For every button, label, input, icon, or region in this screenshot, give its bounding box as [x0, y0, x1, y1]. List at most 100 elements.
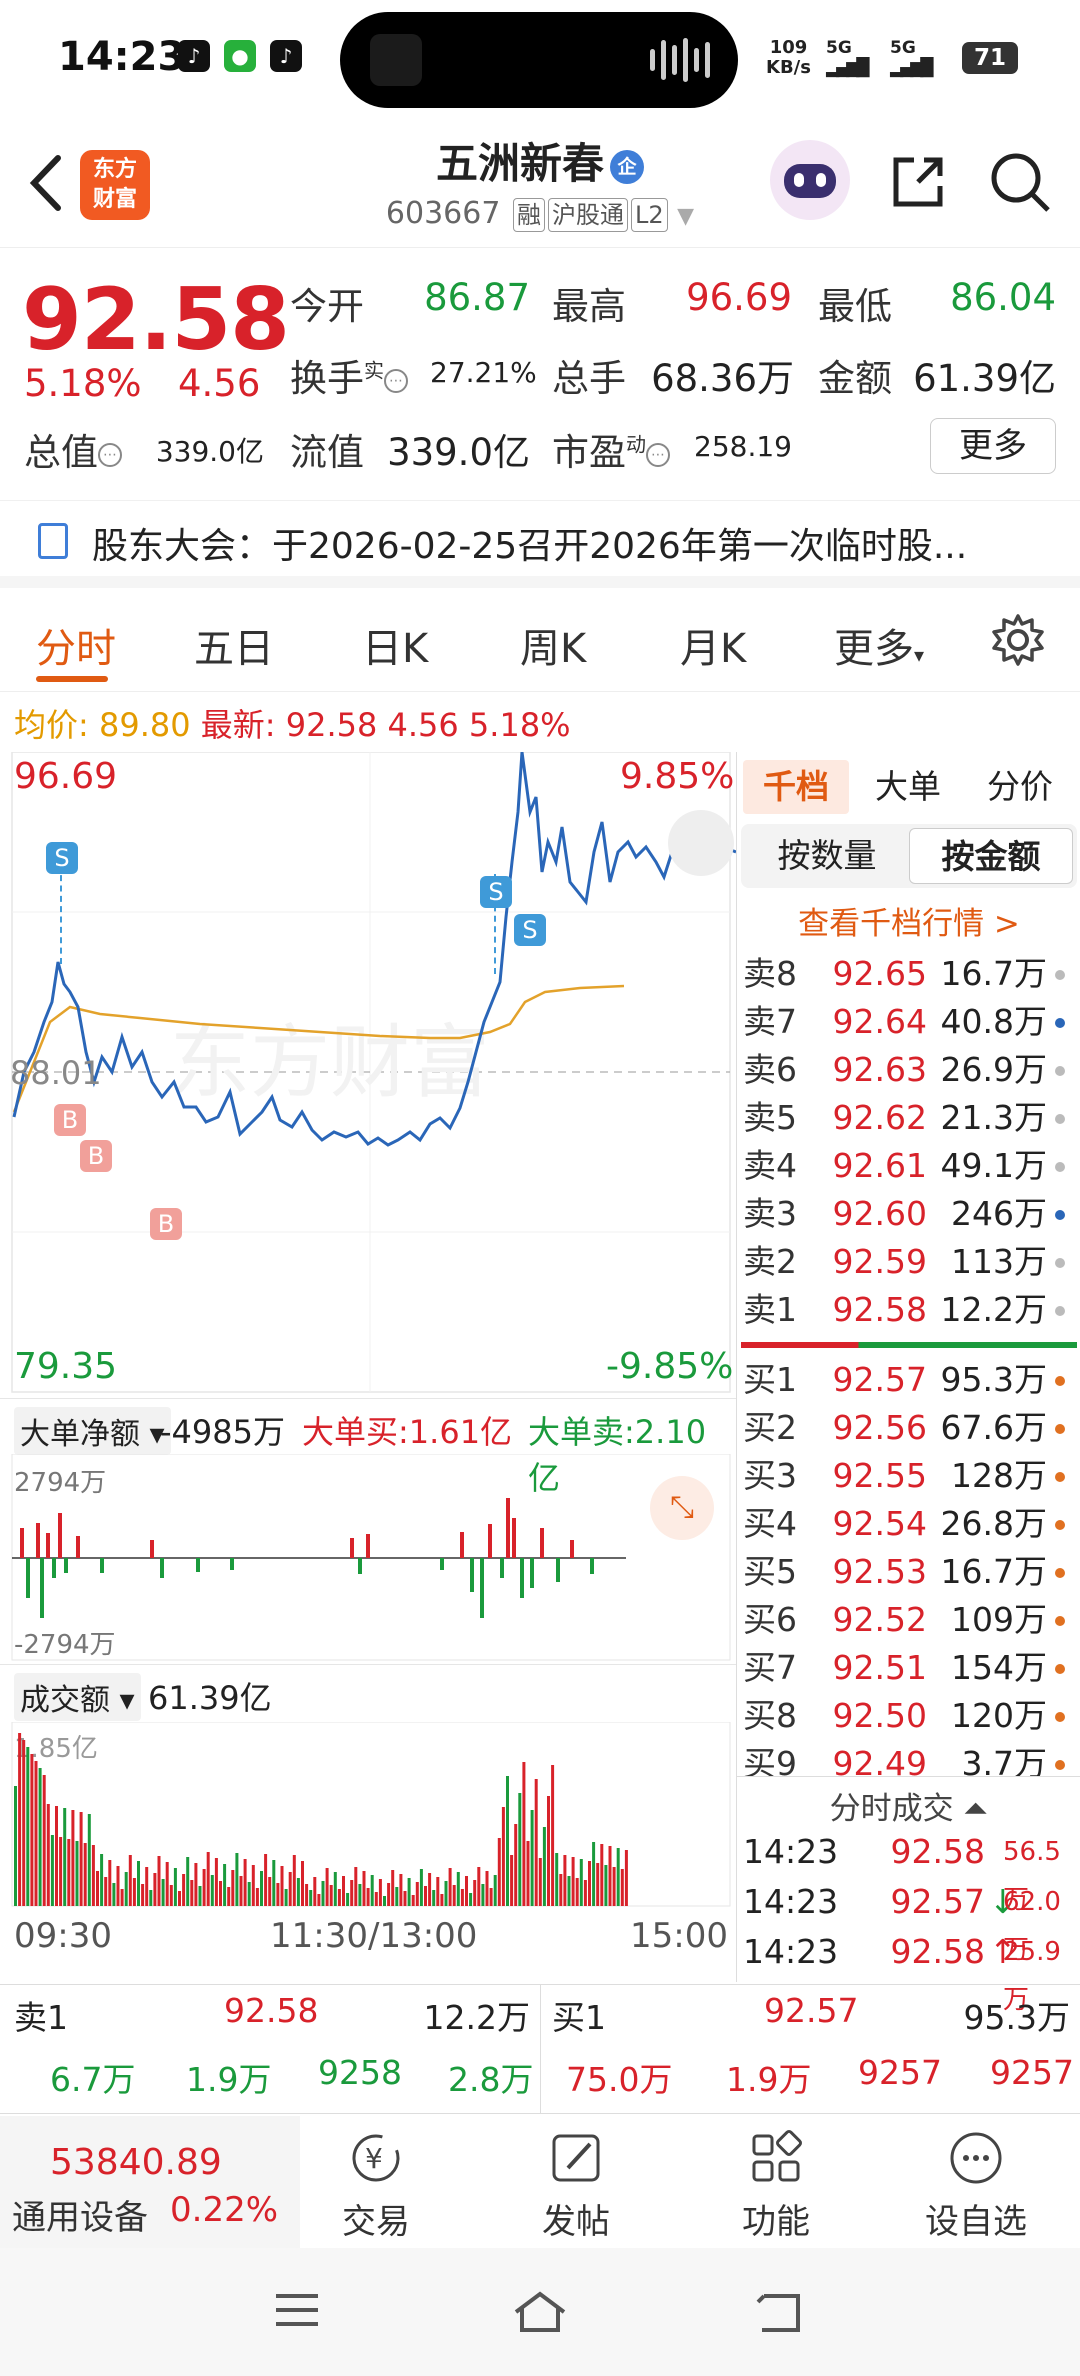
price-min-label: 79.35 [14, 1346, 118, 1387]
notice-bar[interactable]: 股东大会：于2026-02-25召开2026年第一次临时股... [0, 500, 1080, 588]
volume-bar [522, 1762, 526, 1906]
battery-icon: 71 [962, 42, 1018, 74]
volume-bar [456, 1872, 460, 1906]
volume-bar [530, 1810, 534, 1906]
volume-bar [411, 1895, 415, 1906]
sell-marker[interactable]: S [46, 842, 78, 874]
edit-icon [552, 2134, 600, 2182]
volume-bar [26, 1747, 30, 1906]
buy-level-row[interactable]: 买7 92.51 154万 [737, 1644, 1080, 1692]
buy-level-row[interactable]: 买5 92.53 16.7万 [737, 1548, 1080, 1596]
stock-name: 五洲新春 [435, 139, 604, 188]
buy-level-row[interactable]: 买1 92.57 95.3万 [737, 1356, 1080, 1404]
flow-bar [590, 1558, 594, 1574]
stock-header: 东方 财富 五洲新春企 603667 融沪股通 L2 ▼ [0, 118, 1080, 248]
buy-level-row[interactable]: 买8 92.50 120万 [737, 1692, 1080, 1740]
flow-bar [76, 1536, 80, 1558]
post-button[interactable]: 发帖 [516, 2128, 636, 2243]
camera-icon [370, 34, 422, 86]
volume-bar [346, 1893, 350, 1906]
add-watchlist-button[interactable]: 设自选 [916, 2128, 1036, 2243]
more-button[interactable]: 更多 [930, 418, 1056, 474]
tab-monthly-k[interactable]: 月K [680, 616, 746, 674]
yen-cycle-icon: ¥ [352, 2134, 400, 2182]
low-value: 86.04 [950, 276, 1056, 319]
flow-selector[interactable]: 大单净额 ▾ [14, 1407, 171, 1455]
tab-five-day[interactable]: 五日 [194, 616, 274, 674]
volume-bar [428, 1873, 432, 1906]
menu-icon[interactable] [272, 2290, 322, 2330]
volume-bar [186, 1857, 190, 1906]
buy-level-row[interactable]: 买6 92.52 109万 [737, 1596, 1080, 1644]
ai-assistant-icon[interactable] [770, 140, 850, 220]
change-pct: 5.18% [24, 362, 142, 405]
flow-bar [358, 1558, 362, 1574]
search-icon[interactable] [988, 150, 1052, 214]
volume-bar [63, 1808, 67, 1906]
sell-marker[interactable]: S [480, 876, 512, 908]
tick-row: 14:23 92.58 56.5万 [743, 1832, 1061, 1915]
volume-bar [592, 1842, 596, 1906]
index-widget[interactable]: 53840.89 通用设备 0.22% [0, 2116, 300, 2248]
volume-bar [79, 1812, 83, 1906]
buy-marker[interactable]: B [80, 1140, 112, 1172]
flow-bar [460, 1532, 464, 1558]
buy-marker[interactable]: B [54, 1104, 86, 1136]
functions-button[interactable]: 功能 [716, 2128, 836, 2243]
flow-bar [26, 1558, 30, 1598]
tab-more[interactable]: 更多▾ [834, 616, 924, 674]
volume-bar [67, 1839, 71, 1906]
dropdown-icon[interactable]: ▼ [677, 204, 694, 229]
volume-bar [571, 1857, 575, 1906]
ticks-title[interactable]: 分时成交 ⏶ [737, 1776, 1080, 1827]
trade-button[interactable]: ¥ 交易 [316, 2128, 436, 2243]
volume-label: 总手 [552, 357, 626, 400]
gear-icon[interactable] [990, 612, 1046, 668]
floating-badge[interactable] [668, 810, 734, 876]
low-label: 最低 [818, 285, 892, 328]
sell-marker[interactable]: S [514, 914, 546, 946]
volume-bar [231, 1870, 235, 1906]
time-label-midday: 11:30/13:00 [270, 1916, 478, 1956]
volume-selector[interactable]: 成交额 ▾ [14, 1673, 141, 1721]
buy-level-row[interactable]: 买4 92.54 26.8万 [737, 1500, 1080, 1548]
tab-weekly-k[interactable]: 周K [520, 616, 586, 674]
volume-bar [309, 1890, 313, 1906]
tab-daily-k[interactable]: 日K [362, 616, 428, 674]
volume-bar [563, 1855, 567, 1906]
volume-bar [75, 1841, 79, 1906]
svg-text:¥: ¥ [365, 2142, 383, 2175]
open-label: 今开 [290, 285, 364, 328]
share-icon[interactable] [888, 152, 948, 212]
volume-bar [465, 1876, 468, 1906]
flow-bar [100, 1558, 104, 1573]
volume-bar [272, 1860, 276, 1906]
volume-bar [137, 1861, 140, 1906]
intraday-chart-area[interactable]: 东方财富 96.69 9.85% 79.35 -9.85% 88.01 S S … [0, 752, 736, 1970]
volume-bar [190, 1880, 194, 1906]
status-time: 14:23 [58, 34, 186, 80]
volume-bar [432, 1890, 436, 1906]
back-nav-icon[interactable] [754, 2290, 806, 2334]
volume-bar [194, 1863, 198, 1906]
volume-bar [424, 1886, 427, 1906]
volume-bar [145, 1867, 149, 1906]
buy-level-row[interactable]: 买2 92.56 67.6万 [737, 1404, 1080, 1452]
home-icon[interactable] [510, 2290, 570, 2334]
buy-marker[interactable]: B [150, 1208, 182, 1240]
volume-bar [588, 1861, 591, 1906]
expand-icon[interactable]: ⤡ [650, 1476, 714, 1540]
buy1-label: 买1 [552, 1998, 606, 2037]
buy-level-row[interactable]: 买9 92.49 3.7万 [737, 1740, 1080, 1776]
volume-bar [301, 1861, 304, 1906]
volume-bar [542, 1827, 546, 1906]
tab-intraday[interactable]: 分时 [36, 616, 116, 674]
flow-bar [512, 1518, 516, 1558]
buy-level-row[interactable]: 买3 92.55 128万 [737, 1452, 1080, 1500]
volume-bar [120, 1889, 124, 1906]
buy-detail-1: 75.0万 [566, 2060, 673, 2099]
status-bar: 14:23 ♪ ● ♪ 109 KB/s 5G ▂▄▆█ 5G ▂▄▆█ 71 [0, 0, 1080, 118]
volume-bar [276, 1883, 280, 1906]
sell-detail-3: 9258 [318, 2053, 402, 2092]
high-label: 最高 [552, 285, 626, 328]
